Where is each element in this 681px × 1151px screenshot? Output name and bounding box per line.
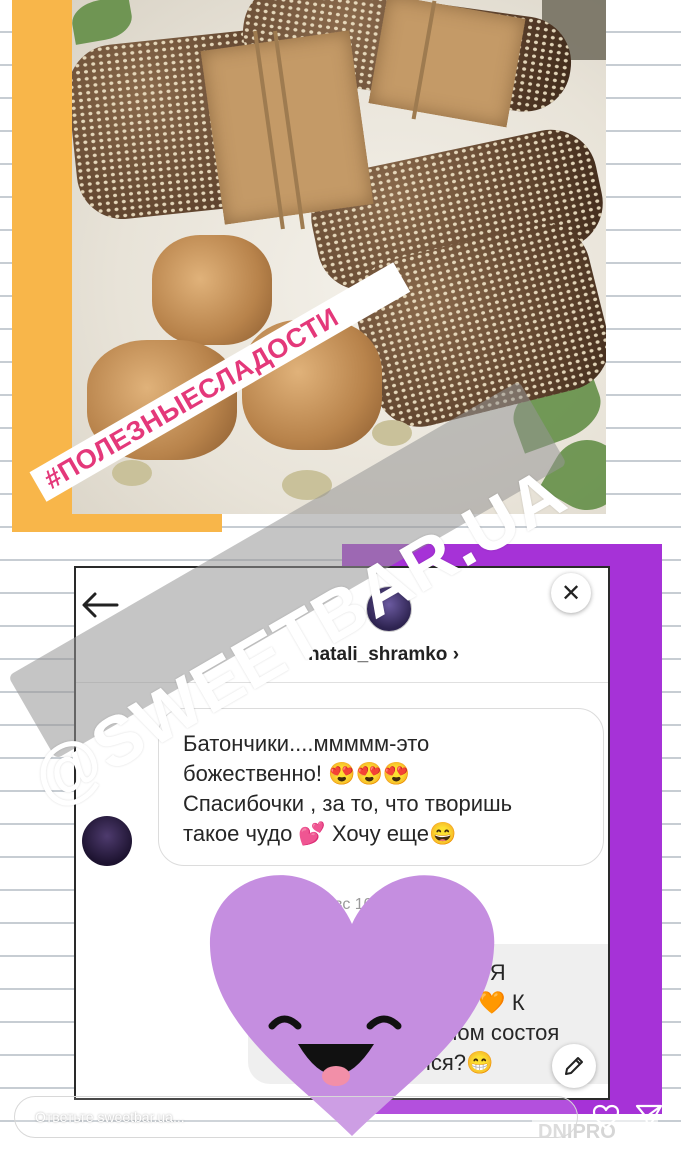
pumpkin-seed (372, 420, 412, 446)
pencil-button[interactable] (552, 1044, 596, 1088)
message-line: Спасибочки , за то, что творишь (183, 791, 513, 816)
message-line: божественно! 😍😍😍 (183, 761, 411, 786)
sticker-tongue (322, 1066, 350, 1086)
story-viewer: #ПОЛЕЗНЫЕСЛАДОСТИ natali_shramko › Батон… (0, 0, 681, 1151)
close-button[interactable]: ✕ (551, 573, 591, 613)
pencil-icon (565, 1057, 583, 1075)
message-line: такое чудо 💕 Хочу еще😄 (183, 821, 457, 846)
message-bubble: Батончики....ммммм-это божественно! 😍😍😍 … (158, 708, 604, 866)
chevron-right-icon: › (452, 644, 460, 665)
reply-placeholder: Ответьте sweetbar.ua... (35, 1109, 185, 1125)
kraft-paper-wrap (368, 0, 526, 128)
message-line: Батончики....ммммм-это (183, 731, 430, 756)
sender-avatar (82, 816, 132, 866)
walnut (152, 235, 272, 345)
close-icon: ✕ (560, 579, 582, 607)
pumpkin-seed (112, 460, 152, 486)
leaf-decoration (72, 0, 136, 45)
reply-input[interactable]: Ответьте sweetbar.ua... (14, 1096, 578, 1138)
send-icon[interactable] (634, 1102, 664, 1132)
heart-icon[interactable] (592, 1104, 620, 1130)
